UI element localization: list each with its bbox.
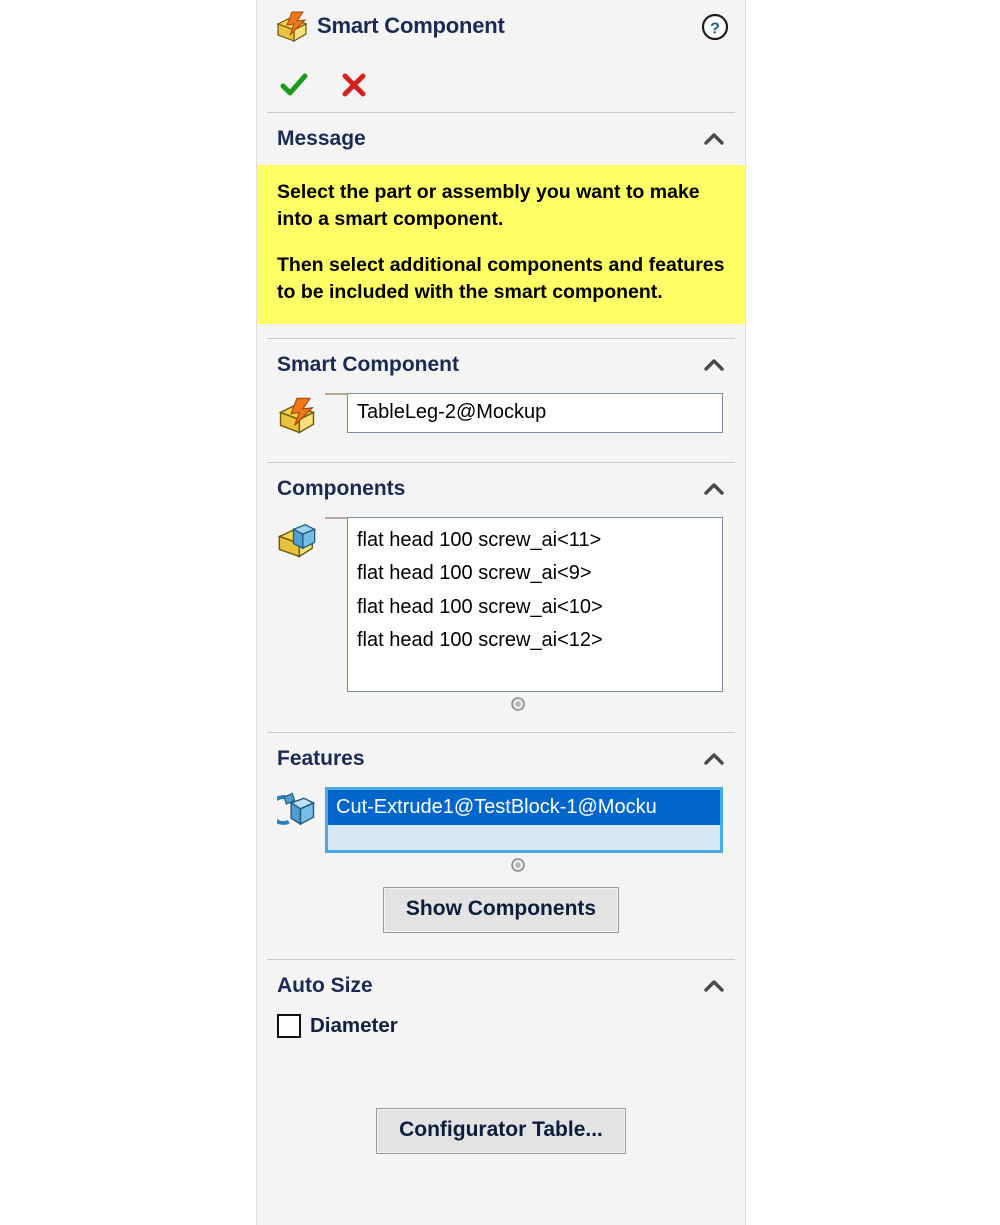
list-item[interactable]: flat head 100 screw_ai<10> [357,591,716,625]
message-paragraph: Then select additional components and fe… [277,253,725,303]
section-header-smart-component[interactable]: Smart Component [257,339,745,391]
list-item[interactable]: Cut-Extrude1@TestBlock-1@Mocku [328,789,720,825]
screenshot-root: Smart Component ? Message Select the par… [0,0,1000,1225]
panel-action-buttons [257,58,745,112]
page-title: Smart Component [317,13,505,38]
smart-component-value: TableLeg-2@Mockup [357,401,547,424]
section-header-message[interactable]: Message [257,113,745,165]
components-color-swatch [325,516,347,519]
list-item[interactable]: flat head 100 screw_ai<11> [357,524,716,558]
chevron-up-icon[interactable] [701,131,727,147]
accept-button[interactable] [279,70,309,100]
features-selection-row: Cut-Extrude1@TestBlock-1@Mocku [257,785,745,853]
message-box: Select the part or assembly you want to … [257,165,745,324]
help-icon[interactable]: ? [701,13,729,41]
components-selection-row: flat head 100 screw_ai<11> flat head 100… [257,515,745,692]
section-title-smart-component: Smart Component [277,352,460,376]
section-header-auto-size[interactable]: Auto Size [257,960,745,1012]
show-components-row: Show Components [257,873,745,933]
section-header-components[interactable]: Components [257,463,745,515]
configurator-table-button[interactable]: Configurator Table... [376,1107,626,1154]
chevron-up-icon[interactable] [701,978,727,994]
message-paragraph: Select the part or assembly you want to … [277,181,700,230]
features-resize-area [257,853,745,873]
components-resize-area [257,692,745,712]
components-list[interactable]: flat head 100 screw_ai<11> flat head 100… [347,516,723,692]
resize-grip-icon[interactable] [510,857,526,873]
smart-component-input[interactable]: TableLeg-2@Mockup [347,392,723,433]
svg-text:?: ? [710,21,720,38]
section-header-features[interactable]: Features [257,733,745,785]
smart-component-selection-row: TableLeg-2@Mockup [257,391,745,436]
section-title-message: Message [277,127,366,150]
diameter-checkbox-row[interactable]: Diameter [257,1012,745,1038]
features-list[interactable]: Cut-Extrude1@TestBlock-1@Mocku [325,786,723,853]
show-components-button[interactable]: Show Components [382,886,620,933]
feature-cube-icon [268,790,317,830]
section-title-auto-size: Auto Size [277,973,373,997]
chevron-up-icon[interactable] [701,481,727,497]
section-title-components: Components [277,476,406,500]
smart-component-icon [275,11,309,43]
section-title-features: Features [277,746,365,770]
selection-color-swatch [325,392,347,395]
chevron-up-icon[interactable] [701,357,727,373]
configurator-table-row: Configurator Table... [257,1094,745,1154]
resize-grip-icon[interactable] [510,696,526,712]
panel-header: Smart Component ? [257,0,745,58]
smart-component-icon [277,396,317,436]
property-manager-panel: Smart Component ? Message Select the par… [256,0,746,1225]
diameter-label: Diameter [310,1013,398,1037]
diameter-checkbox[interactable] [277,1013,301,1038]
component-box-icon [277,520,317,560]
list-item[interactable]: flat head 100 screw_ai<12> [357,624,716,658]
list-item[interactable]: flat head 100 screw_ai<9> [357,557,716,591]
chevron-up-icon[interactable] [701,751,727,767]
cancel-button[interactable] [339,70,369,100]
